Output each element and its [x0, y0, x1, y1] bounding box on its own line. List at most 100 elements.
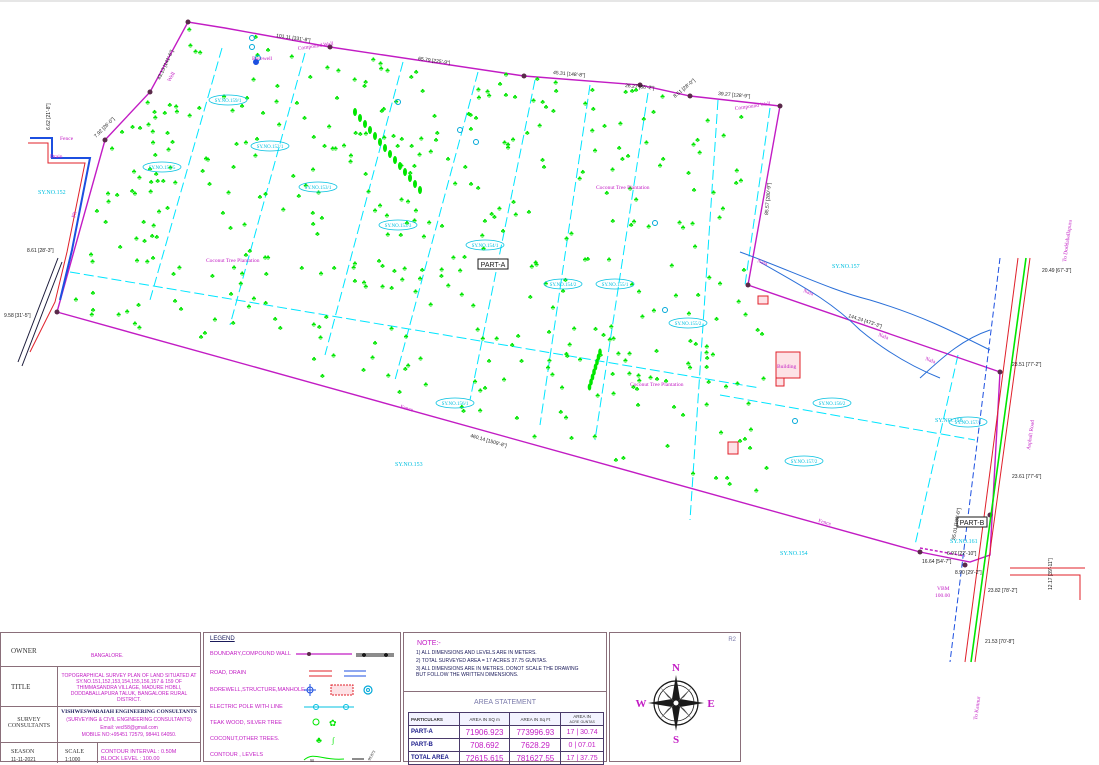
tree-icon: ♣: [661, 155, 666, 163]
tree-icon: ♣: [525, 129, 530, 137]
tree-icon: ♣: [386, 231, 391, 239]
tree-icon: ♣: [240, 269, 245, 277]
owner-row: OWNER BANGALORE.: [1, 633, 201, 667]
tree-icon: ♣: [640, 313, 645, 321]
tree-icon: ♣: [364, 130, 369, 138]
tree-icon: ♣: [154, 170, 159, 178]
tree-icon: ♣: [362, 279, 367, 287]
tree-icon: ♣: [204, 155, 209, 163]
tree-icon: ♣: [380, 282, 385, 290]
tree-icon: ♣: [74, 295, 79, 303]
tree-icon: ♣: [690, 219, 695, 227]
area-statement-table: PARTICULARS AREA IN SQ m AREA IN Sq Ft A…: [408, 712, 604, 765]
row-acre: 17: [566, 728, 575, 736]
tree-icon: ♣: [693, 243, 698, 251]
tree-icon: ♣: [569, 434, 574, 442]
tree-icon: ♣: [137, 173, 142, 181]
tree-icon: ♣: [155, 233, 160, 241]
tree-icon: ♣: [380, 107, 385, 115]
header-sqft: AREA IN Sq Ft: [509, 712, 562, 726]
tree-icon: [408, 174, 412, 182]
tree-icon: ♣: [672, 403, 677, 411]
tree-icon: ♣: [400, 135, 405, 143]
dim-top-2: 65.79 [225'-9"]: [418, 56, 451, 67]
tree-icon: ♣: [440, 222, 445, 230]
part-b-box: PART-B: [956, 516, 988, 528]
tree-icon: ♣: [564, 350, 569, 358]
tree-icon: ♣: [489, 210, 494, 218]
header-sqm: AREA IN SQ m: [458, 712, 511, 726]
tree-icon: ♣: [453, 179, 458, 187]
tree-icon: ♣: [581, 168, 586, 176]
tree-icon: ♣: [724, 383, 729, 391]
tree-icon: ♣: [379, 65, 384, 73]
survey-label: SY.NO.151/5: [149, 166, 176, 171]
tree-icon: ♣: [498, 80, 503, 88]
dim-top-3: 45.31 [148'-8"]: [553, 70, 586, 79]
tree-icon: ♣: [502, 376, 507, 384]
tree-icon: ♣: [382, 133, 387, 141]
tree-icon: ♣: [200, 167, 205, 175]
tree-icon: ♣: [406, 362, 411, 370]
survey-label: SY.NO.157/2: [791, 460, 818, 465]
tree-icon: ♣: [681, 224, 686, 232]
borewell-label: Borewell: [252, 56, 273, 62]
part-a-label: PART-A: [481, 262, 506, 269]
tree-icon: ♣: [473, 377, 478, 385]
tree-icon: ♣: [395, 142, 400, 150]
scale-label: SCALE: [65, 749, 85, 755]
tree-icon: ♣: [519, 357, 524, 365]
tree-icon: ♣: [686, 169, 691, 177]
tree-icon: [378, 138, 382, 146]
level-value: 99.873: [367, 749, 377, 761]
tree-icon: ♣: [623, 88, 628, 96]
tree-icon: ♣: [501, 227, 506, 235]
tree-icon: ♣: [106, 197, 111, 205]
legend-symbols: ✿ ♣ ∫ 90 99.873: [296, 652, 394, 763]
tree-icon: ♣: [151, 139, 156, 147]
tree-icon: ♣: [187, 25, 192, 33]
tree-icon: ♣: [468, 111, 473, 119]
dim-road-6: 8.90 [29'-2"]: [955, 570, 982, 576]
tree-icon: ♣: [755, 326, 760, 334]
tree-icon: ♣: [311, 209, 316, 217]
tree-icon: ♣: [168, 101, 173, 109]
tree-icon: ♣: [389, 284, 394, 292]
tree-icon: ♣: [646, 222, 651, 230]
fence-left-label: Fence: [60, 136, 74, 142]
tree-icon: ♣: [607, 256, 612, 264]
tree-icon: ♣: [198, 48, 203, 56]
tree-icon: ♣: [166, 145, 171, 153]
tree-icon: ♣: [349, 151, 354, 159]
tree-icon: ♣: [312, 133, 317, 141]
tree-icon: ♣: [427, 218, 432, 226]
tree-icon: ♣: [331, 351, 336, 359]
header-guntas: GUNTAS: [580, 720, 595, 724]
tree-icon: ♣: [420, 266, 425, 274]
tree-icon: ♣: [515, 414, 520, 422]
tree-icon: ♣: [474, 114, 479, 122]
tree-icon: [358, 114, 362, 122]
tree-icon: ♣: [620, 155, 625, 163]
tree-icon: ♣: [481, 335, 486, 343]
tree-icon: ♣: [749, 426, 754, 434]
tree-icon: ♣: [691, 470, 696, 478]
tree-icon: ♣: [681, 411, 686, 419]
tree-icon: ♣: [475, 326, 480, 334]
tree-icon: ♣: [528, 293, 533, 301]
tree-icon: ♣: [610, 370, 615, 378]
table-row: PART-B 708.692 7628.29 0 | 07.01: [408, 738, 604, 752]
tree-icon: ♣: [275, 82, 280, 90]
part-a-box: PART-A: [477, 258, 509, 270]
tree-icon: ♣: [504, 91, 509, 99]
tree-icon: ♣: [711, 351, 716, 359]
tree-icon: [373, 132, 377, 140]
row-sqm: 72615.615: [458, 751, 511, 765]
tree-icon: ♣: [554, 87, 559, 95]
tree-icon: ♣: [544, 103, 549, 111]
tree-icon: ♣: [230, 106, 235, 114]
tree-icon: ♣: [618, 120, 623, 128]
row-name: TOTAL AREA: [408, 751, 460, 765]
tree-icon: ♣: [590, 127, 595, 135]
tree-icon: ♣: [717, 214, 722, 222]
